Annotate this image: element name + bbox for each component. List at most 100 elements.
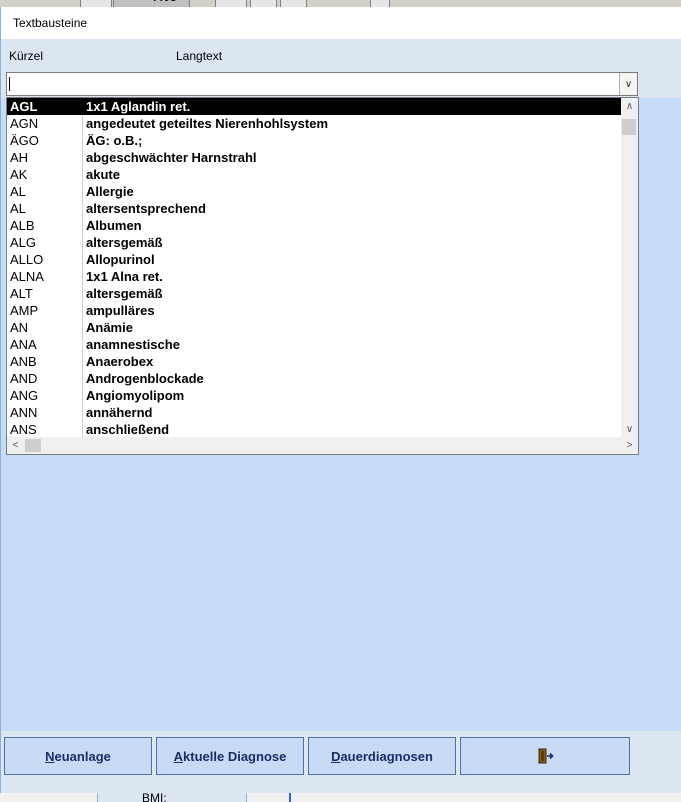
list-item[interactable]: ALNA 1x1 Alna ret. [7, 268, 621, 285]
entry-kuerzel: AL [10, 201, 26, 216]
entry-kuerzel: ALLO [10, 252, 44, 267]
entry-langtext: abgeschwächter Harnstrahl [86, 150, 257, 165]
scroll-thumb[interactable] [622, 119, 636, 135]
list-item[interactable]: ANA anamnestische [7, 336, 621, 353]
textbausteine-window: Textbausteine Kürzel Langtext ∨ AGL 1x1 A… [0, 7, 681, 793]
entry-kuerzel: AGL [10, 99, 38, 114]
scroll-up-icon[interactable]: ∧ [621, 98, 638, 115]
entry-langtext: ÄG: o.B.; [86, 133, 143, 148]
aktuelle-diagnose-button[interactable]: Aktuelle Diagnose [156, 737, 304, 775]
list-item[interactable]: ANG Angiomyolipom [7, 387, 621, 404]
list-item[interactable]: AGN angedeutet geteiltes Nierenhohlsystem [7, 115, 621, 132]
exit-button[interactable] [460, 737, 630, 775]
vertical-scrollbar[interactable]: ∧ ∨ [621, 98, 638, 438]
background-toolbar-button [215, 0, 247, 7]
window-title: Textbausteine [13, 16, 88, 30]
horizontal-scrollbar[interactable]: < > [7, 437, 638, 454]
list-item[interactable]: AMP ampulläres [7, 302, 621, 319]
list-rows: AGL 1x1 Aglandin ret. AGN angedeutet geteil… [7, 98, 621, 438]
list-item[interactable]: ÄGO ÄG: o.B.; [7, 132, 621, 149]
textbaustein-list[interactable]: AGL 1x1 Aglandin ret. AGN angedeutet geteil… [6, 97, 639, 455]
entry-kuerzel: AN [10, 320, 29, 335]
entry-kuerzel: AMP [10, 303, 39, 318]
list-item[interactable]: AK akute [7, 166, 621, 183]
entry-kuerzel: AH [10, 150, 29, 165]
list-item[interactable]: ANB Anaerobex [7, 353, 621, 370]
entry-kuerzel: AL [10, 184, 26, 199]
list-item[interactable]: AN Anämie [7, 319, 621, 336]
entry-langtext: Anaerobex [86, 354, 154, 369]
entry-langtext: Anämie [86, 320, 133, 335]
entry-langtext: altersgemäß [86, 235, 163, 250]
background-dropdown-segment [370, 0, 390, 7]
list-item[interactable]: AGL 1x1 Aglandin ret. [7, 98, 621, 115]
column-separator [82, 166, 83, 183]
background-bmi-field: BMI: [97, 793, 247, 802]
header-langtext: Langtext [176, 49, 223, 63]
button-bar: Neuanlage Aktuelle Diagnose Dauerdiagnos… [1, 731, 681, 793]
column-separator [82, 421, 83, 438]
background-top-value: 4405 [150, 0, 177, 4]
entry-kuerzel: ALT [10, 286, 33, 301]
entry-langtext: Allergie [86, 184, 134, 199]
column-separator [82, 183, 83, 200]
list-item[interactable]: AL Allergie [7, 183, 621, 200]
list-item[interactable]: ANN annähernd [7, 404, 621, 421]
entry-kuerzel: ÄGO [10, 133, 39, 148]
background-divider [289, 793, 291, 802]
entry-langtext: altersentsprechend [86, 201, 206, 216]
list-item[interactable]: AND Androgenblockade [7, 370, 621, 387]
scroll-right-icon[interactable]: > [621, 437, 638, 454]
chevron-down-icon[interactable]: ∨ [619, 73, 637, 95]
entry-langtext: anschließend [86, 422, 170, 437]
column-separator [82, 149, 83, 166]
list-item[interactable]: ALB Albumen [7, 217, 621, 234]
scroll-left-icon[interactable]: < [7, 437, 24, 454]
list-item[interactable]: ALT altersgemäß [7, 285, 621, 302]
list-item[interactable]: AL altersentsprechend [7, 200, 621, 217]
entry-langtext: Albumen [86, 218, 142, 233]
list-item[interactable]: ALG altersgemäß [7, 234, 621, 251]
header-kuerzel: Kürzel [9, 49, 44, 63]
entry-kuerzel: ANG [10, 388, 39, 403]
column-separator [82, 370, 83, 387]
exit-door-icon [538, 748, 554, 764]
column-separator [82, 319, 83, 336]
list-item[interactable]: ANS anschließend [7, 421, 621, 438]
neuanlage-button[interactable]: Neuanlage [4, 737, 152, 775]
column-separator [82, 234, 83, 251]
entry-langtext: 1x1 Alna ret. [86, 269, 163, 284]
text-caret [9, 77, 10, 91]
column-separator [82, 217, 83, 234]
background-toolbar-strip: 4405 [0, 0, 681, 7]
entry-kuerzel: ANA [10, 337, 37, 352]
column-separator [82, 353, 83, 370]
column-separator [82, 132, 83, 149]
column-separator [82, 336, 83, 353]
background-toolbar-button [280, 0, 307, 7]
entry-kuerzel: AK [10, 167, 28, 182]
column-separator [82, 200, 83, 217]
search-combobox[interactable]: ∨ [6, 72, 638, 96]
entry-langtext: angedeutet geteiltes Nierenhohlsystem [86, 116, 329, 131]
scroll-down-icon[interactable]: ∨ [621, 421, 638, 438]
list-item[interactable]: ALLO Allopurinol [7, 251, 621, 268]
dauerdiagnosen-button[interactable]: Dauerdiagnosen [308, 737, 456, 775]
background-dropdown-segment [80, 0, 112, 7]
column-separator [82, 302, 83, 319]
entry-langtext: altersgemäß [86, 286, 163, 301]
background-value-segment: 4405 [113, 0, 190, 7]
entry-langtext: Angiomyolipom [86, 388, 185, 403]
entry-kuerzel: ANS [10, 422, 37, 437]
entry-langtext: Androgenblockade [86, 371, 204, 386]
entry-kuerzel: AND [10, 371, 38, 386]
column-separator [82, 98, 83, 115]
column-separator [82, 268, 83, 285]
background-toolbar-button [250, 0, 277, 7]
column-separator [82, 115, 83, 132]
entry-kuerzel: AGN [10, 116, 39, 131]
horizontal-scroll-thumb[interactable] [25, 439, 41, 452]
column-separator [82, 285, 83, 302]
list-item[interactable]: AH abgeschwächter Harnstrahl [7, 149, 621, 166]
entry-langtext: Allopurinol [86, 252, 155, 267]
